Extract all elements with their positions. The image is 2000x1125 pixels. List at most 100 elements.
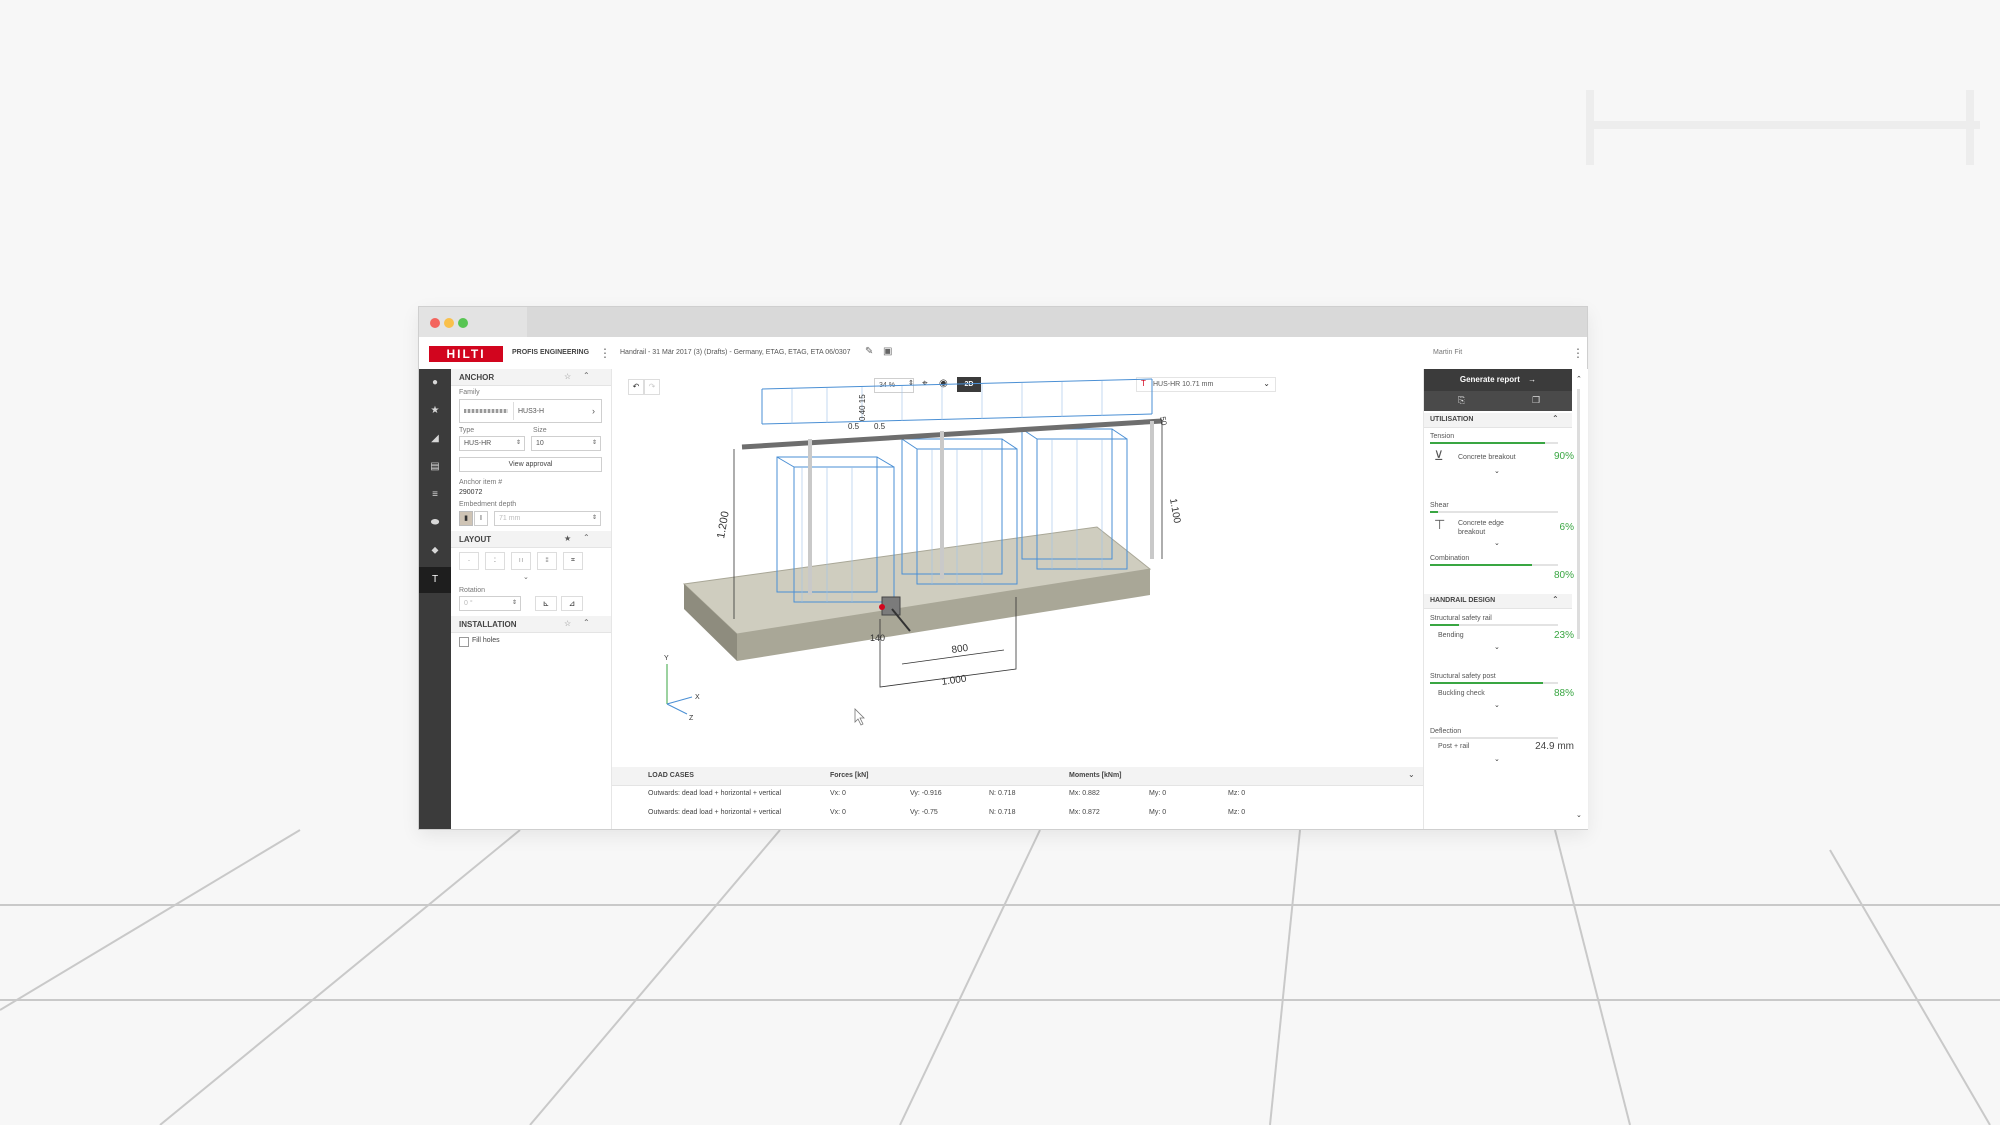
concrete-nav-icon[interactable]: ⬬: [429, 517, 441, 529]
scroll-up-icon[interactable]: ⌃: [1576, 375, 1582, 383]
window-titlebar: [419, 307, 1587, 337]
user-menu-icon[interactable]: ⋮: [1572, 346, 1584, 360]
post-item: Buckling check: [1438, 690, 1485, 697]
collapse-layout-icon[interactable]: ⌃: [583, 533, 590, 542]
favorite-star-icon-2[interactable]: ☆: [564, 619, 571, 628]
maximize-window-button[interactable]: [458, 318, 468, 328]
combination-label: Combination: [1430, 555, 1470, 562]
handrail-section-header[interactable]: HANDRAIL DESIGN ⌃: [1424, 594, 1572, 609]
embedment-mode-custom[interactable]: I: [474, 511, 488, 526]
fill-holes-label: Fill holes: [472, 637, 500, 644]
vx-cell: Vx: 0: [830, 790, 846, 797]
expand-rail-icon[interactable]: ⌄: [1494, 643, 1500, 651]
expand-shear-icon[interactable]: ⌄: [1494, 539, 1500, 547]
expand-tension-icon[interactable]: ⌄: [1494, 467, 1500, 475]
embedment-label: Embedment depth: [459, 501, 517, 508]
size-value: 10: [536, 440, 544, 447]
dim-height-label: 1.200: [715, 510, 732, 539]
properties-panel: ANCHOR ☆ ⌃ Family HUS3-H › Type Size HUS…: [451, 369, 612, 829]
load-cases-title: LOAD CASES: [648, 772, 694, 779]
rotation-input[interactable]: 0 ° ⇕: [459, 596, 521, 611]
copy-report-icon[interactable]: ❐: [1532, 395, 1540, 406]
generate-report-button[interactable]: Generate report →: [1424, 369, 1572, 391]
rotation-label: Rotation: [459, 587, 486, 594]
report-settings-icon[interactable]: ⎘: [1458, 395, 1465, 406]
collapse-handrail-icon[interactable]: ⌃: [1552, 595, 1559, 604]
embedment-stepper-icon: ⇕: [591, 515, 597, 521]
dim-50-label: 50: [1158, 416, 1169, 427]
user-name: Martin Fit: [1433, 349, 1463, 356]
my-cell: My: 0: [1149, 809, 1167, 816]
handrail-title: HANDRAIL DESIGN: [1430, 597, 1496, 604]
embedment-mode-standard[interactable]: ▮: [459, 511, 473, 526]
shear-item-line2: breakout: [1458, 529, 1486, 536]
baseplate-nav-icon[interactable]: ◢: [429, 433, 441, 445]
favorite-star-icon[interactable]: ☆: [564, 372, 571, 381]
utilisation-section-header[interactable]: UTILISATION ⌃: [1424, 413, 1572, 428]
rail-item: Bending: [1438, 632, 1464, 639]
profile-nav-icon[interactable]: ▤: [429, 461, 441, 473]
table-row[interactable]: Outwards: dead load + horizontal + verti…: [612, 786, 1423, 804]
fill-holes-checkbox[interactable]: [459, 637, 469, 647]
tension-percent: 90%: [1553, 451, 1574, 462]
expand-post-icon[interactable]: ⌄: [1494, 701, 1500, 709]
rail-fill: [1430, 624, 1460, 626]
vy-cell: Vy: -0.75: [910, 809, 938, 816]
table-row[interactable]: Outwards: dead load + horizontal + verti…: [612, 805, 1423, 823]
shear-percent: 6%: [1559, 522, 1574, 533]
edit-project-icon[interactable]: ✎: [865, 346, 873, 357]
collapse-anchor-icon[interactable]: ⌃: [583, 371, 590, 380]
view-approval-button[interactable]: View approval: [459, 457, 602, 472]
handrail-3d-model[interactable]: 1.200 800 1.000 1.100 140 50 0.5 0.5 0.4…: [612, 369, 1423, 764]
embedment-depth-input[interactable]: 71 mm ⇕: [494, 511, 601, 526]
family-divider: [513, 402, 514, 420]
handrail-nav-icon: T: [431, 574, 439, 585]
loads-nav-icon[interactable]: ≡: [429, 489, 441, 501]
layout-six-option[interactable]: ⁞⁞: [537, 552, 557, 570]
handrail-nav-item[interactable]: T: [419, 567, 451, 593]
model-viewport[interactable]: ↶ ↷ 34 % ⇕ ⌖ ◉ 2D T HUS-HR 10.71 mm ⌄ 1.…: [612, 369, 1423, 764]
close-window-button[interactable]: [430, 318, 440, 328]
mx-cell: Mx: 0.882: [1069, 790, 1100, 797]
chevron-right-icon: ›: [592, 406, 595, 416]
report-icon-bar: ⎘ ❐: [1424, 391, 1572, 411]
layout-section-header[interactable]: LAYOUT ★ ⌃: [451, 531, 611, 548]
favorite-star-filled-icon[interactable]: ★: [564, 534, 571, 543]
scroll-thumb[interactable]: [1577, 389, 1580, 639]
results-scrollbar[interactable]: ⌃ ⌄: [1576, 375, 1582, 825]
installation-section-header[interactable]: INSTALLATION ☆ ⌃: [451, 616, 611, 633]
brand-logo: HILTI: [429, 346, 503, 362]
rotation-value: 0 °: [464, 600, 473, 607]
load-cases-header[interactable]: LOAD CASES Forces [kN] Moments [kNm] ⌄: [612, 767, 1423, 786]
layout-custom-option[interactable]: ⌗: [563, 552, 583, 570]
favorites-nav-icon[interactable]: ★: [429, 405, 441, 417]
collapse-installation-icon[interactable]: ⌃: [583, 618, 590, 627]
collapse-utilisation-icon[interactable]: ⌃: [1552, 414, 1559, 423]
anchor-nav-icon[interactable]: ●: [429, 377, 441, 389]
align-right-button[interactable]: ⊿: [561, 596, 583, 611]
project-title: Handrail - 31 Mär 2017 (3) (Drafts) - Ge…: [620, 349, 851, 356]
anchor-section-header[interactable]: ANCHOR ☆ ⌃: [451, 369, 611, 386]
top-rail: [741, 418, 1163, 450]
type-select[interactable]: HUS-HR ⇕: [459, 436, 525, 451]
align-left-button[interactable]: ⊾: [535, 596, 557, 611]
combination-fill: [1430, 564, 1533, 566]
deflection-label: Deflection: [1430, 728, 1462, 735]
save-project-icon[interactable]: ▣: [883, 346, 892, 357]
collapse-loads-icon[interactable]: ⌄: [1408, 770, 1415, 779]
scroll-down-icon[interactable]: ⌄: [1576, 811, 1582, 819]
dim-top-label: 0.40 15: [858, 394, 867, 421]
minimize-window-button[interactable]: [444, 318, 454, 328]
rebar-nav-icon[interactable]: ⬥: [429, 545, 441, 557]
family-selector[interactable]: HUS3-H ›: [459, 399, 602, 423]
layout-single-option[interactable]: ·: [459, 552, 479, 570]
rail-percent: 23%: [1553, 630, 1574, 641]
layout-quad-option[interactable]: ∷: [511, 552, 531, 570]
app-menu-icon[interactable]: ⋮: [599, 346, 611, 360]
expand-layout-icon[interactable]: ⌄: [523, 573, 529, 581]
layout-double-option[interactable]: ⁚: [485, 552, 505, 570]
size-select-arrow-icon: ⇕: [591, 440, 597, 446]
size-select[interactable]: 10 ⇕: [531, 436, 601, 451]
tension-label: Tension: [1430, 433, 1455, 440]
expand-deflection-icon[interactable]: ⌄: [1494, 755, 1500, 763]
